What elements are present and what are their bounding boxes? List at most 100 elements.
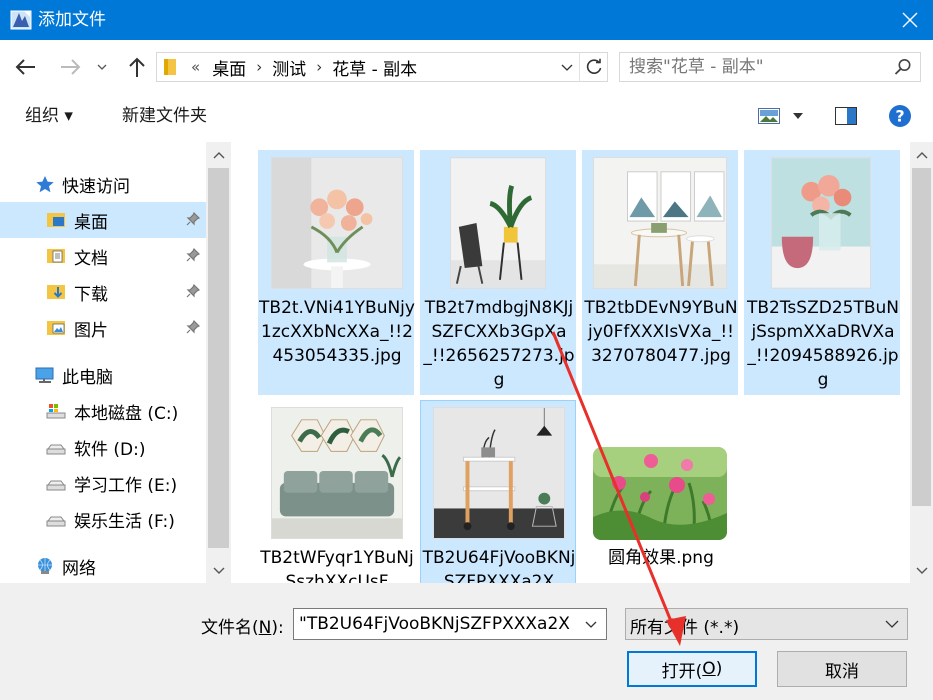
cancel-button[interactable]: 取消 [777,651,907,687]
filename-combobox[interactable] [293,608,607,640]
filename-label-text: 文件名( [201,618,259,638]
filetype-select[interactable]: 所有文件 (*.*) [625,608,908,640]
arrow-right-icon [61,59,81,75]
command-bar: 组织 ▾ 新建文件夹 ? [0,94,933,138]
sidebar-item-pictures[interactable]: 图片 [0,310,206,346]
open-label: 打开( [661,661,703,682]
back-button[interactable] [12,54,38,80]
pin-icon[interactable] [186,320,200,334]
file-tile[interactable]: TB2t7mdbgjN8KJjSZFCXXb3GpXa_!!2656257273… [420,150,576,395]
chevron-up-icon [213,151,224,158]
filename-label: 文件名(N): [201,613,284,638]
star-icon [36,176,54,193]
computer-icon [35,367,54,383]
drive-icon [46,480,66,491]
search-input[interactable] [620,53,890,81]
folder-icon [164,59,176,75]
scroll-down-button[interactable] [910,557,933,583]
breadcrumb: « 桌面 › 测试 › 花草 - 副本 [191,53,417,81]
sidebar-item-label: 学习工作 (E:) [74,476,178,496]
open-button[interactable]: 打开(O) [627,651,757,687]
sidebar-item-label: 网络 [62,559,96,579]
sidebar-item-drive-d[interactable]: 软件 (D:) [0,429,206,465]
pin-icon[interactable] [186,284,200,298]
breadcrumb-separator[interactable]: › [256,58,262,76]
sidebar-item-label: 本地磁盘 (C:) [74,404,179,424]
image-thumbnail [271,407,403,539]
sidebar-item-desktop[interactable]: 桌面 [0,202,206,238]
sidebar-item-label: 桌面 [74,213,108,233]
filename-dropdown-button[interactable] [580,613,602,635]
file-tile[interactable]: TB2U64FjVooBKNjSZFPXXXa2X [420,400,576,583]
file-tile[interactable]: TB2TsSZD25TBuNjSspmXXaDRVXa_!!2094588926… [744,150,900,395]
preview-pane-icon[interactable] [835,107,857,125]
breadcrumb-overflow[interactable]: « [191,58,200,76]
navigation-pane: 快速访问 桌面 文档 下载 图片 此电脑 本地磁盘 (C:) 软件 (D:) 学… [0,142,231,583]
search-box[interactable] [619,52,921,82]
view-options-icon[interactable] [758,108,780,124]
drive-icon [46,444,66,455]
file-name: TB2tbDEvN9YBuNjy0FfXXXIsVXa_!!3270780477… [584,298,738,366]
sidebar-item-network[interactable]: 网络 [0,548,206,584]
file-tile[interactable]: TB2t.VNi41YBuNjy1zcXXbNcXXa_!!2453054335… [258,150,415,395]
file-tile[interactable]: 圆角效果.png [582,400,738,583]
file-list-scrollbar[interactable] [910,142,933,583]
breadcrumb-item[interactable]: 测试 [272,55,306,80]
sidebar-item-drive-c[interactable]: 本地磁盘 (C:) [0,393,206,429]
file-tile[interactable]: TB2tbDEvN9YBuNjy0FfXXXIsVXa_!!3270780477… [582,150,738,395]
scroll-thumb[interactable] [208,168,229,548]
sidebar-item-drive-f[interactable]: 娱乐生活 (F:) [0,501,206,537]
scroll-thumb[interactable] [912,168,931,506]
filename-input[interactable] [294,609,574,639]
chevron-down-icon [585,621,597,628]
address-history-button[interactable] [555,53,579,81]
refresh-button[interactable] [579,53,607,81]
sidebar-item-drive-e[interactable]: 学习工作 (E:) [0,465,206,501]
file-name: TB2U64FjVooBKNjSZFPXXXa2X [422,548,576,583]
title-bar: 添加文件 [0,0,933,40]
close-icon [902,12,918,28]
documents-folder-icon [47,249,65,263]
network-icon [38,558,52,574]
close-button[interactable] [887,0,933,40]
sidebar-item-downloads[interactable]: 下载 [0,274,206,310]
scroll-down-button[interactable] [206,557,231,583]
scroll-up-button[interactable] [910,142,933,168]
recent-locations-button[interactable] [92,54,112,80]
forward-button[interactable] [58,54,84,80]
sidebar-item-this-pc[interactable]: 此电脑 [0,357,206,393]
breadcrumb-item[interactable]: 桌面 [212,55,246,80]
arrow-left-icon [15,59,35,75]
pin-icon[interactable] [186,248,200,262]
sidebar-item-label: 软件 (D:) [74,440,146,460]
dialog-footer: 文件名(N): 所有文件 (*.*) 打开(O) 取消 [0,583,933,700]
image-thumbnail [771,157,871,289]
file-name: TB2TsSZD25TBuNjSspmXXaDRVXa_!!2094588926… [747,298,899,390]
file-name: 圆角效果.png [608,548,714,568]
file-list: TB2t.VNi41YBuNjy1zcXXbNcXXa_!!2453054335… [231,142,910,583]
file-name: TB2tWFyqr1YBuNjSszhXXcUsF [260,548,414,583]
pin-icon[interactable] [186,212,200,226]
sidebar-item-quick-access[interactable]: 快速访问 [0,166,206,202]
file-tile[interactable]: TB2tWFyqr1YBuNjSszhXXcUsF [258,400,414,583]
pictures-folder-icon [47,321,65,335]
organize-menu[interactable]: 组织 ▾ [25,105,73,127]
scroll-up-button[interactable] [206,142,231,168]
address-bar[interactable]: « 桌面 › 测试 › 花草 - 副本 [156,52,608,82]
image-thumbnail [593,157,727,289]
arrow-up-icon [129,57,145,77]
help-icon[interactable]: ? [888,104,912,128]
window-title: 添加文件 [38,10,106,30]
chevron-down-icon [213,567,224,574]
sidebar-scrollbar[interactable] [206,142,231,583]
filename-accesskey: N [258,618,272,638]
new-folder-button[interactable]: 新建文件夹 [122,105,207,127]
breadcrumb-separator[interactable]: › [316,58,322,76]
sidebar-item-documents[interactable]: 文档 [0,238,206,274]
breadcrumb-item[interactable]: 花草 - 副本 [332,55,417,80]
sidebar-item-label: 娱乐生活 (F:) [74,512,175,532]
chevron-down-icon[interactable] [793,113,803,119]
open-label-end: ) [715,659,723,679]
up-button[interactable] [124,54,150,80]
image-thumbnail [450,157,546,289]
